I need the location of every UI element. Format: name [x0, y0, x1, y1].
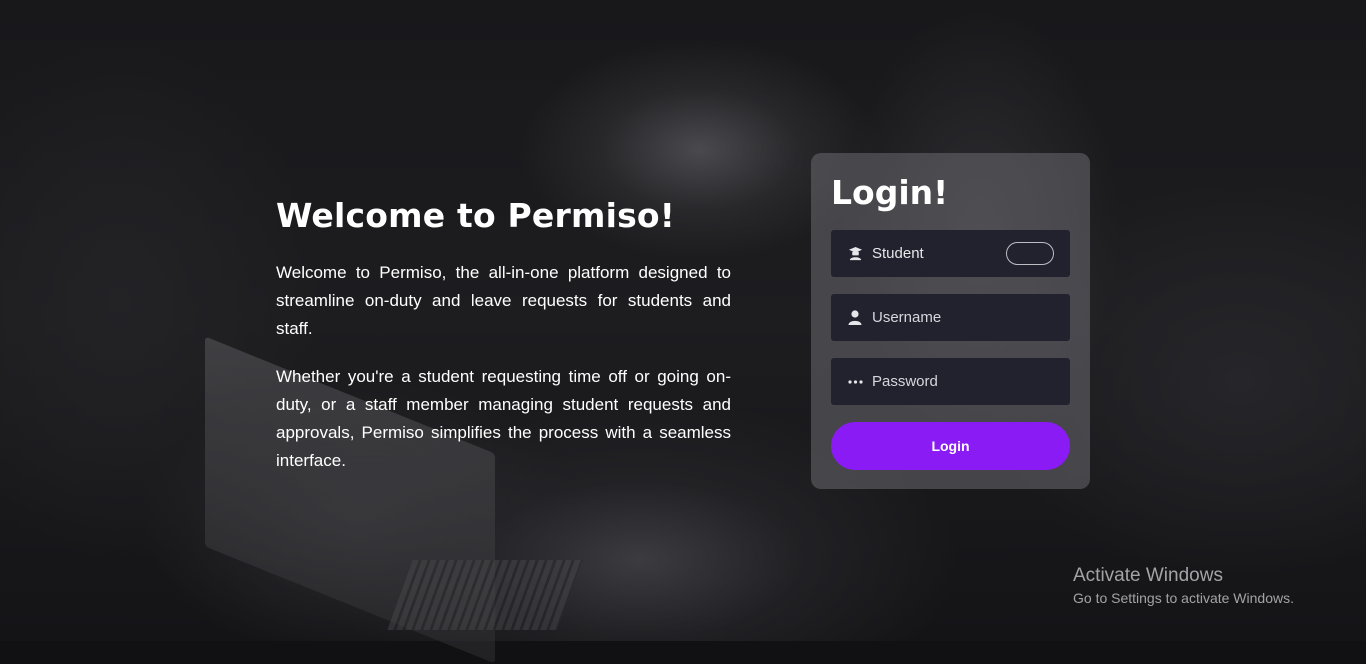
login-card: Login! Student Username Login [811, 153, 1090, 489]
password-dots-icon [847, 374, 863, 390]
username-field[interactable] [831, 294, 1070, 341]
hero-paragraph-intro: Welcome to Permiso, the all-in-one platf… [276, 263, 731, 338]
role-selector: Student [831, 230, 1070, 277]
windows-activation-watermark: Activate Windows Go to Settings to activ… [1073, 565, 1294, 608]
user-icon [847, 310, 863, 326]
hero-title: Welcome to Permiso! [276, 196, 676, 235]
watermark-title: Activate Windows [1073, 565, 1223, 586]
role-label: Student [872, 245, 924, 262]
hero-section: Welcome to Permiso! Welcome to Permiso, … [276, 196, 731, 495]
watermark-subtitle: Go to Settings to activate Windows. [1073, 590, 1294, 606]
hero-paragraph-details: Whether you're a student requesting time… [276, 367, 731, 470]
login-title: Login! [831, 173, 949, 212]
password-input[interactable] [872, 373, 1052, 390]
role-toggle[interactable] [1006, 242, 1054, 265]
login-button[interactable]: Login [831, 422, 1070, 470]
username-input[interactable] [872, 309, 1052, 326]
password-field[interactable] [831, 358, 1070, 405]
background-keyboard [387, 560, 583, 630]
graduate-icon [847, 246, 863, 262]
